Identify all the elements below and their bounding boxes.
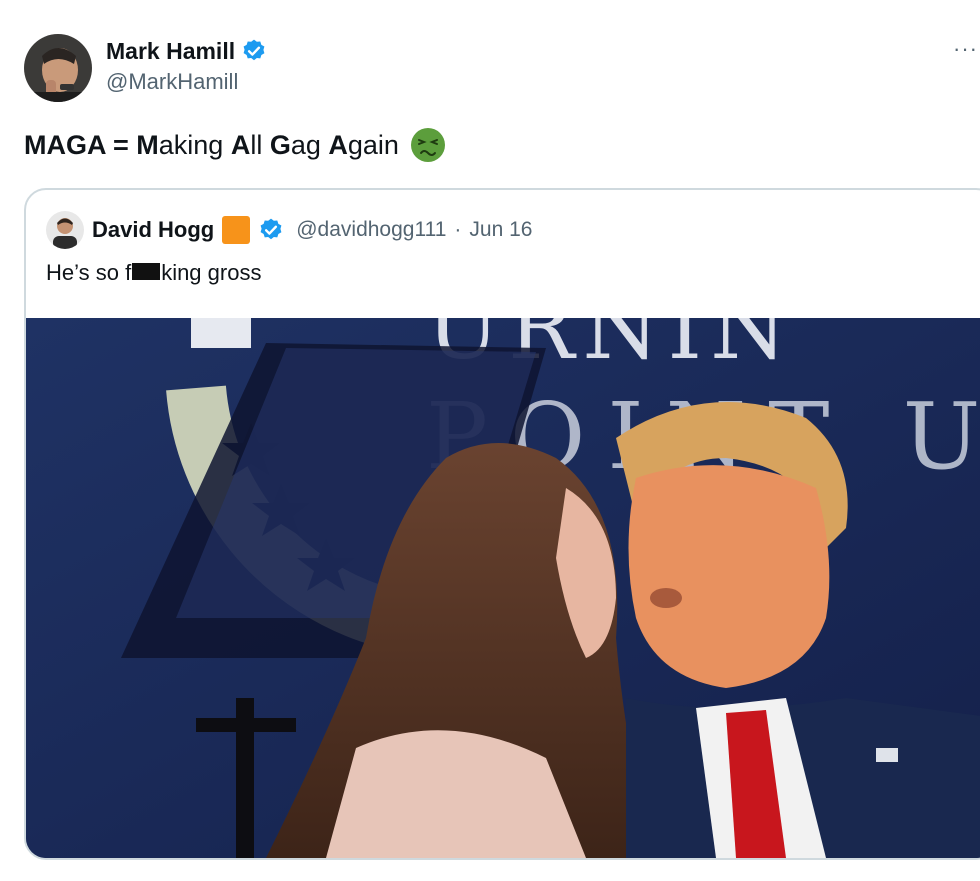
author-info: Mark Hamill @MarkHamill [106, 36, 267, 95]
quote-text: He’s so f king gross [46, 260, 261, 286]
nauseated-face-icon [409, 126, 447, 164]
tweet-text-part: A [230, 129, 251, 160]
author-handle[interactable]: @MarkHamill [106, 69, 267, 95]
author-name[interactable]: Mark Hamill [106, 38, 235, 65]
quote-header: David Hogg @davidhogg111 · Jun 16 [46, 210, 532, 250]
author-avatar[interactable] [24, 34, 92, 102]
tweet-text-part: aking [158, 129, 231, 160]
quote-author-avatar[interactable] [46, 211, 84, 249]
quote-author-name[interactable]: David Hogg [92, 217, 214, 243]
tweet-text-part: M [136, 129, 159, 160]
tweet-text-part: A [328, 129, 348, 160]
orange-square-icon [222, 216, 251, 244]
quote-verified-badge-icon [258, 217, 284, 243]
tweet-text-part: ag [290, 129, 329, 160]
tweet: Mark Hamill @MarkHamill ··· MAGA = Makin… [0, 0, 980, 881]
more-options-icon[interactable]: ··· [953, 36, 978, 62]
tweet-text-part: gain [347, 129, 399, 160]
tweet-text-part: G [269, 129, 291, 160]
quoted-media[interactable]: URNIN POINT U [26, 318, 980, 858]
quote-text-before: He’s so f [46, 260, 132, 285]
redaction-bar [132, 263, 161, 280]
tweet-text-content: MAGA = Making All Gag Again [24, 130, 399, 161]
separator-dot: · [454, 218, 462, 241]
video-still-image: URNIN POINT U [26, 318, 980, 858]
tweet-text-part: MAGA = [24, 129, 137, 160]
verified-badge-icon [241, 38, 267, 64]
quote-author-handle[interactable]: @davidhogg111 [296, 218, 446, 242]
quote-text-after: king gross [161, 260, 262, 285]
tweet-text: MAGA = Making All Gag Again [24, 126, 447, 164]
quote-date[interactable]: Jun 16 [469, 218, 532, 242]
quoted-tweet[interactable]: David Hogg @davidhogg111 · Jun 16 He’s s… [24, 188, 980, 860]
tweet-text-part: ll [250, 129, 270, 160]
